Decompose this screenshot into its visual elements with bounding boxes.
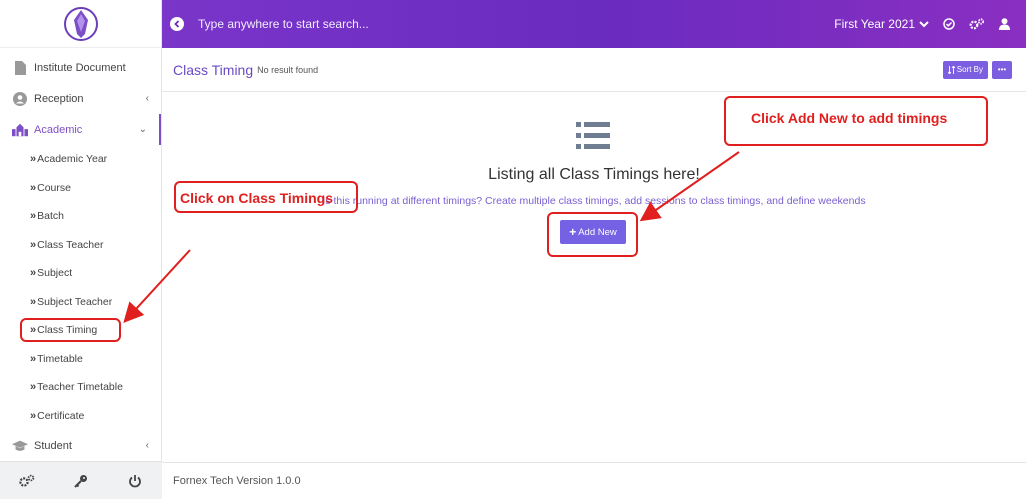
result-count: No result found	[257, 64, 319, 75]
back-arrow-icon[interactable]	[170, 17, 184, 31]
annotation-box-class-timing	[20, 318, 121, 342]
graduation-cap-icon	[12, 438, 28, 454]
sidebar-subitem-timetable[interactable]: » Timetable	[0, 345, 161, 374]
double-chevron-icon: »	[30, 267, 36, 280]
annotation-box-add-new-button	[547, 212, 638, 257]
sidebar-subitem-batch[interactable]: » Batch	[0, 202, 161, 231]
subitem-label: Batch	[37, 210, 64, 223]
annotation-text-add-new: Click Add New to add timings	[751, 110, 948, 126]
year-selector-label: First Year 2021	[834, 17, 915, 31]
double-chevron-icon: »	[30, 153, 36, 166]
user-circle-icon	[12, 91, 28, 107]
sidebar-item-institute-document[interactable]: Institute Document	[0, 52, 161, 83]
subitem-label: Teacher Timetable	[37, 381, 123, 394]
settings-icon[interactable]	[17, 471, 37, 491]
sidebar-subitem-class-teacher[interactable]: » Class Teacher	[0, 231, 161, 260]
check-circle-icon[interactable]	[943, 18, 955, 30]
double-chevron-icon: »	[30, 381, 36, 394]
sidebar-item-label: Institute Document	[34, 61, 126, 74]
school-icon	[12, 122, 28, 138]
subitem-label: Class Teacher	[37, 238, 104, 251]
power-icon[interactable]	[125, 471, 145, 491]
double-chevron-icon: »	[30, 238, 36, 251]
annotation-text-class-timings: Click on Class Timings	[180, 190, 334, 206]
sidebar-item-student[interactable]: Student ‹	[0, 430, 161, 461]
sidebar-item-reception[interactable]: Reception ‹	[0, 83, 161, 114]
sidebar-item-label: Student	[34, 439, 72, 452]
subitem-label: Academic Year	[37, 153, 108, 166]
sidebar-footer	[0, 461, 162, 499]
logo-icon	[63, 6, 98, 41]
version-text: Fornex Tech Version 1.0.0	[173, 475, 301, 487]
subitem-label: Timetable	[37, 352, 83, 365]
sidebar: Institute Document Reception ‹ Academic …	[0, 0, 162, 499]
key-icon[interactable]	[71, 471, 91, 491]
document-icon	[12, 60, 28, 76]
sort-by-label: Sort By	[956, 65, 983, 74]
top-bar: Type anywhere to start search... First Y…	[162, 0, 1026, 48]
sidebar-subitem-subject-teacher[interactable]: » Subject Teacher	[0, 288, 161, 317]
double-chevron-icon: »	[30, 295, 36, 308]
sidebar-nav: Institute Document Reception ‹ Academic …	[0, 52, 161, 461]
more-options-label: •••	[997, 65, 1007, 74]
double-chevron-icon: »	[30, 210, 36, 223]
chevron-left-icon: ‹	[145, 440, 149, 451]
sidebar-subitem-course[interactable]: » Course	[0, 174, 161, 203]
subitem-label: Subject Teacher	[37, 295, 113, 308]
sidebar-subitem-academic-year[interactable]: » Academic Year	[0, 145, 161, 174]
sidebar-item-label: Reception	[34, 92, 84, 105]
sort-icon	[947, 65, 955, 74]
sort-by-button[interactable]: Sort By	[942, 60, 988, 79]
user-icon[interactable]	[999, 18, 1010, 30]
sidebar-subitem-certificate[interactable]: » Certificate	[0, 402, 161, 431]
top-bar-actions: First Year 2021	[834, 17, 1010, 31]
chevron-left-icon: ‹	[145, 93, 149, 104]
chevron-down-icon	[919, 21, 929, 28]
sidebar-subitem-teacher-timetable[interactable]: » Teacher Timetable	[0, 373, 161, 402]
page-title: Class Timing	[173, 61, 254, 78]
subitem-label: Course	[37, 181, 71, 194]
more-options-button[interactable]: •••	[992, 60, 1012, 79]
arrow-to-add-new	[639, 151, 740, 222]
double-chevron-icon: »	[30, 181, 36, 194]
year-selector[interactable]: First Year 2021	[834, 17, 929, 31]
chevron-down-icon: ⌄	[138, 124, 147, 135]
list-icon	[576, 122, 610, 149]
logo[interactable]	[0, 0, 161, 48]
subitem-label: Certificate	[37, 409, 85, 422]
double-chevron-icon: »	[30, 409, 36, 422]
double-chevron-icon: »	[30, 352, 36, 365]
sidebar-item-academic[interactable]: Academic ⌄	[0, 114, 161, 145]
header-actions: Sort By •••	[942, 60, 1012, 79]
search-input[interactable]: Type anywhere to start search...	[198, 17, 369, 31]
sidebar-item-label: Academic	[34, 123, 83, 136]
settings-icon[interactable]	[969, 18, 985, 30]
page-header: Class Timing No result found Sort By •••	[162, 48, 1026, 92]
subitem-label: Subject	[37, 267, 73, 280]
page-footer: Fornex Tech Version 1.0.0	[162, 462, 1026, 499]
sidebar-subitem-subject[interactable]: » Subject	[0, 259, 161, 288]
